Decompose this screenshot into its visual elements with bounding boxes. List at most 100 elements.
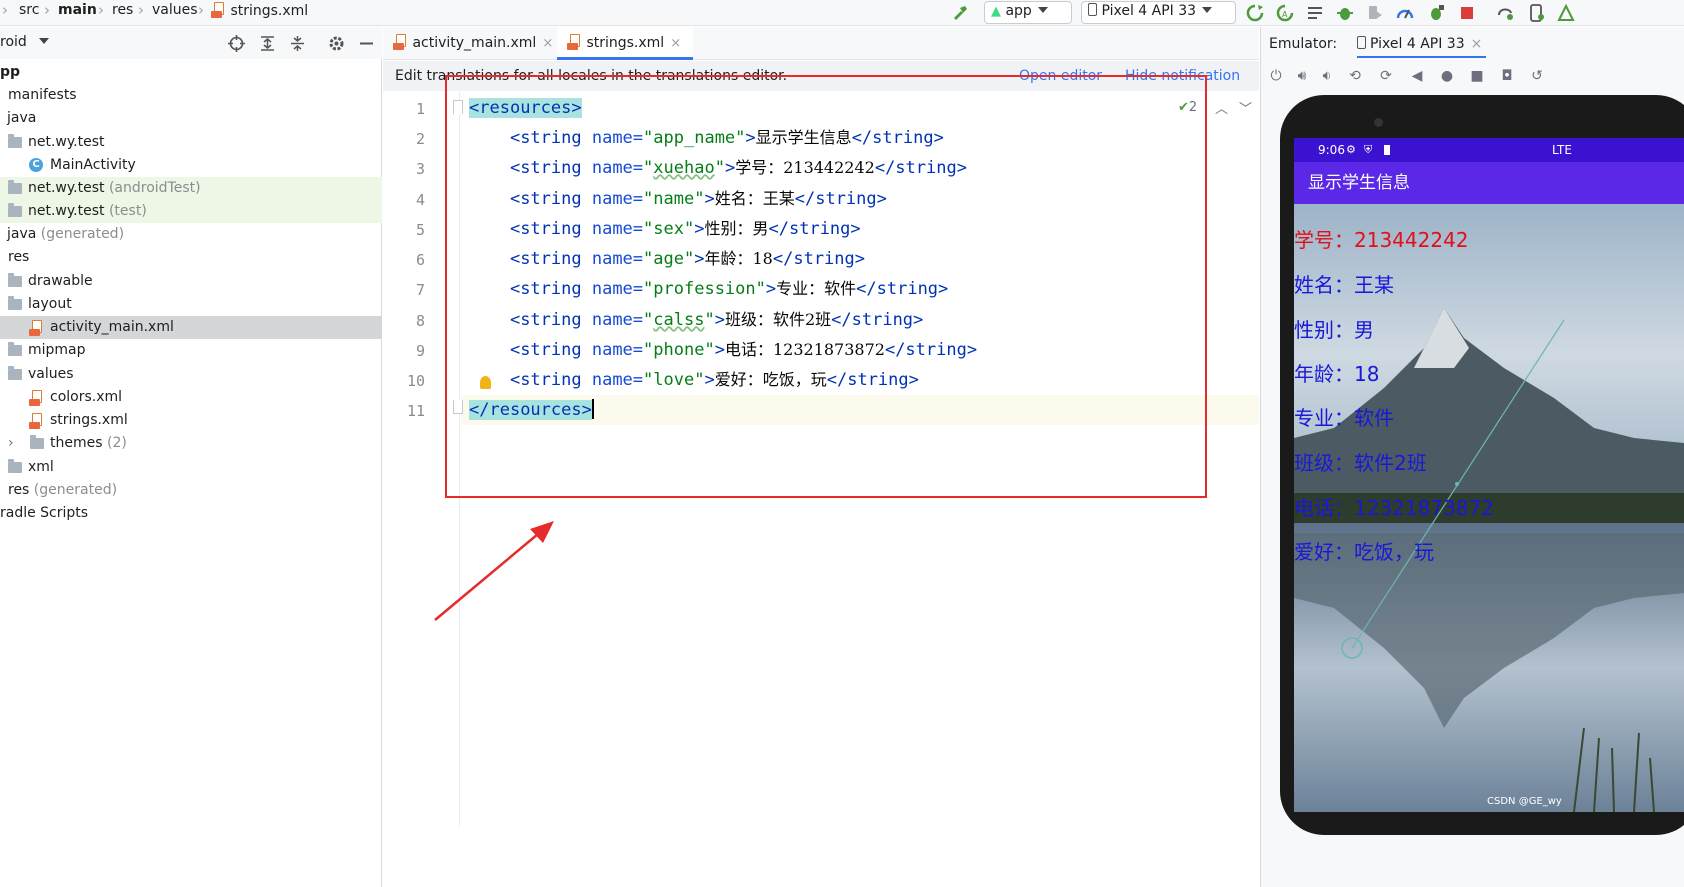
device-manager-icon[interactable] xyxy=(1527,4,1545,22)
rotate-left-icon[interactable]: ⟲ xyxy=(1347,68,1363,84)
chevron-right-icon[interactable]: › xyxy=(8,432,14,454)
chevron-up-icon[interactable]: ︿ xyxy=(1215,98,1228,117)
student-profession-text: 专业：软件 xyxy=(1294,406,1394,430)
tree-item-label: res xyxy=(8,249,30,265)
stop-icon[interactable] xyxy=(1458,4,1476,22)
home-icon[interactable]: ● xyxy=(1439,68,1455,84)
project-view-select[interactable]: roid xyxy=(0,34,49,50)
sync-gradle-icon[interactable] xyxy=(1496,4,1514,22)
locate-target-icon[interactable] xyxy=(228,35,245,52)
debug-icon[interactable] xyxy=(1336,4,1354,22)
tree-item-package-androidtest[interactable]: net.wy.test (androidTest) xyxy=(0,177,382,200)
tree-item-label: net.wy.test xyxy=(28,134,105,150)
device-select[interactable]: Pixel 4 API 33 xyxy=(1081,1,1236,24)
volume-down-icon[interactable]: 🔉︎ xyxy=(1319,68,1335,84)
student-age-text: 年龄：18 xyxy=(1294,362,1380,386)
tree-item-label: java xyxy=(7,110,37,126)
apply-changes-icon[interactable] xyxy=(1246,4,1264,22)
tree-item-res[interactable]: res xyxy=(0,246,382,269)
close-icon[interactable]: × xyxy=(670,36,681,51)
breadcrumb-item-main[interactable]: main xyxy=(58,2,97,18)
student-name-text: 姓名：王某 xyxy=(1294,273,1394,297)
tab-strings-xml[interactable]: strings.xml × xyxy=(557,27,693,60)
tree-item-label: MainActivity xyxy=(50,157,136,173)
emulator-screen[interactable]: 9:06 ⚙ ⛨ LTE 显示学生信息 学号：213442242 姓名：王某 性… xyxy=(1294,138,1684,812)
tree-item-manifests[interactable]: manifests xyxy=(0,84,382,107)
tree-item-java[interactable]: java xyxy=(0,107,382,130)
tree-item-label: themes xyxy=(50,435,103,451)
breadcrumb-item-res[interactable]: res xyxy=(112,2,133,18)
expand-all-icon[interactable] xyxy=(259,35,276,52)
tree-item-suffix: (test) xyxy=(104,203,147,219)
tree-item-gradle-scripts[interactable]: radle Scripts xyxy=(0,502,382,525)
tree-item-layout[interactable]: layout xyxy=(0,293,382,316)
coverage-icon[interactable] xyxy=(1306,4,1324,22)
attach-debugger-icon[interactable] xyxy=(1427,4,1445,22)
emulator-device-label: Pixel 4 API 33 xyxy=(1370,36,1465,52)
android-icon: ▲ xyxy=(991,4,1001,19)
device-label: Pixel 4 API 33 xyxy=(1101,3,1197,19)
run-config-select[interactable]: ▲ app xyxy=(984,1,1072,24)
rotate-right-icon[interactable]: ⟳ xyxy=(1378,68,1394,84)
tree-item-mainactivity[interactable]: C MainActivity xyxy=(0,154,382,177)
back-icon[interactable]: ◀ xyxy=(1409,68,1425,84)
project-view-label: roid xyxy=(0,34,27,50)
svg-text:A: A xyxy=(1282,10,1288,19)
line-number: 5 xyxy=(415,221,425,239)
volume-up-icon[interactable]: 🔊︎ xyxy=(1294,68,1310,84)
tree-item-package[interactable]: net.wy.test xyxy=(0,131,382,154)
navigation-bar: › src › main › res › values › strings.xm… xyxy=(0,0,1684,26)
tree-item-label: res xyxy=(8,482,30,498)
folder-icon xyxy=(8,342,22,356)
hide-panel-icon[interactable] xyxy=(358,35,375,52)
tree-item-colors-xml[interactable]: colors.xml xyxy=(0,386,382,409)
tree-item-drawable[interactable]: drawable xyxy=(0,270,382,293)
student-hobby-text: 爱好：吃饭，玩 xyxy=(1294,540,1434,564)
tree-item-label: pp xyxy=(0,64,21,80)
sdk-manager-icon[interactable] xyxy=(1557,4,1575,22)
breadcrumb-item-file[interactable]: strings.xml xyxy=(211,2,308,19)
tree-item-xml[interactable]: xml xyxy=(0,456,382,479)
power-icon[interactable]: ⏻ xyxy=(1268,68,1284,84)
tree-item-java-generated[interactable]: java (generated) xyxy=(0,223,382,246)
close-icon[interactable]: × xyxy=(542,36,553,51)
profiler-gauge-icon[interactable] xyxy=(1396,4,1414,22)
student-sex-text: 性别：男 xyxy=(1294,318,1374,342)
profile-icon[interactable] xyxy=(1366,4,1384,22)
camera-icon[interactable]: ◘ xyxy=(1499,68,1515,84)
tree-item-label: net.wy.test xyxy=(28,180,105,196)
gear-icon[interactable] xyxy=(328,35,345,52)
tree-item-values[interactable]: values xyxy=(0,363,382,386)
tree-item-app[interactable]: pp xyxy=(0,61,382,84)
collapse-all-icon[interactable] xyxy=(289,35,306,52)
snapshot-icon[interactable]: ↺ xyxy=(1529,68,1545,84)
folder-icon xyxy=(8,296,22,310)
breadcrumb-item-src[interactable]: src xyxy=(19,2,39,18)
chevron-right-icon: › xyxy=(138,1,144,19)
student-phone-text: 电话：12321873872 xyxy=(1294,496,1494,520)
tab-activity-main-xml[interactable]: activity_main.xml × xyxy=(383,27,553,60)
xml-file-icon xyxy=(393,34,408,50)
overview-icon[interactable]: ■ xyxy=(1469,68,1485,84)
close-icon[interactable]: × xyxy=(1471,36,1483,52)
tree-item-res-generated[interactable]: res (generated) xyxy=(0,479,382,502)
tree-item-activity-main-xml[interactable]: activity_main.xml xyxy=(0,316,382,339)
chevron-down-icon[interactable]: ﹀ xyxy=(1239,98,1252,117)
tree-item-themes[interactable]: › themes (2) xyxy=(0,432,382,455)
watermark: CSDN @GE_wy xyxy=(1487,796,1562,807)
xml-file-icon xyxy=(211,2,226,18)
tree-item-strings-xml[interactable]: strings.xml xyxy=(0,409,382,432)
tree-item-label: strings.xml xyxy=(50,412,128,428)
tree-item-package-test[interactable]: net.wy.test (test) xyxy=(0,200,382,223)
apply-code-changes-icon[interactable]: A xyxy=(1276,4,1294,22)
tree-item-mipmap[interactable]: mipmap xyxy=(0,339,382,362)
build-hammer-icon[interactable] xyxy=(951,4,969,22)
tab-emulator-device[interactable]: Pixel 4 API 33 × xyxy=(1357,30,1487,58)
front-camera-icon xyxy=(1374,118,1383,127)
app-bar: 显示学生信息 xyxy=(1294,162,1684,204)
line-number: 3 xyxy=(415,160,425,178)
line-number: 1 xyxy=(415,100,425,118)
line-number: 10 xyxy=(406,372,425,390)
breadcrumb-item-values[interactable]: values xyxy=(152,2,198,18)
emulator-toolbar: ⏻ 🔊︎ 🔉︎ ⟲ ⟳ ◀ ● ■ ◘ ↺ xyxy=(1261,61,1684,91)
